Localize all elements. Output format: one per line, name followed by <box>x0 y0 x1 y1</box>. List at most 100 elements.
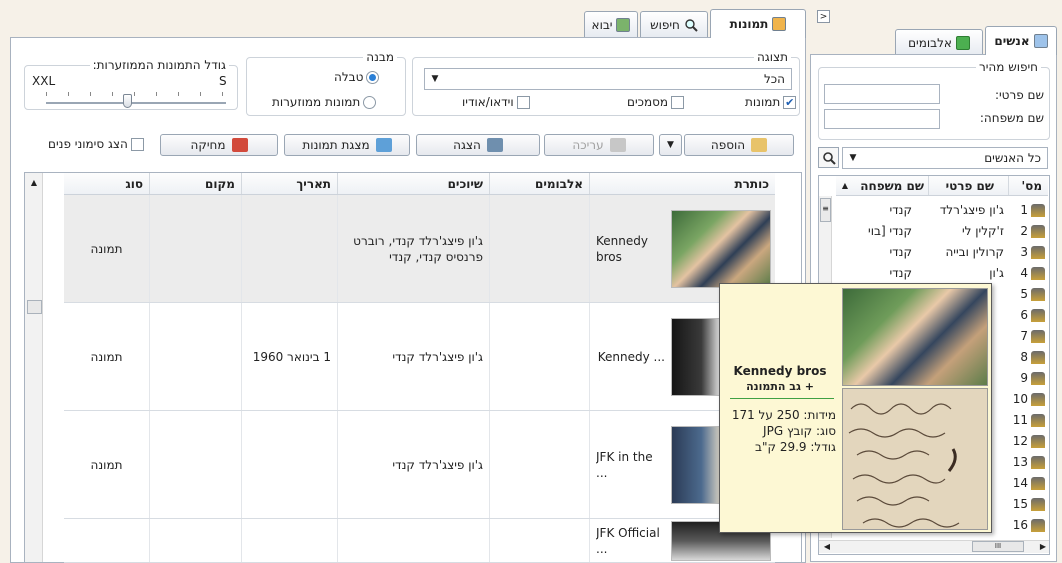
person-icon <box>1028 412 1048 428</box>
person-no: 7 <box>1020 329 1028 343</box>
cell-type: תמונה <box>90 457 123 472</box>
cell-place <box>149 411 241 518</box>
table-row[interactable]: JFK in the ... ג'ון פיצג'רלד קנדי תמונה <box>64 411 775 519</box>
person-first-name: ג'ון <box>989 266 1004 280</box>
slideshow-button-label: מצגת תמונות <box>302 138 370 152</box>
scroll-right-icon[interactable]: ◀ <box>821 540 833 553</box>
cell-links: ג'ון פיצג'רלד קנדי <box>337 411 489 518</box>
tab-search[interactable]: חיפוש <box>640 11 708 37</box>
documents-checkbox[interactable]: מסמכים <box>627 95 685 109</box>
person-icon <box>1028 496 1048 512</box>
cell-place <box>149 195 241 302</box>
cell-place <box>149 303 241 410</box>
search-icon[interactable] <box>818 147 839 168</box>
col-date[interactable]: תאריך <box>241 173 337 194</box>
person-icon <box>1028 433 1048 449</box>
table-row[interactable]: Kennedy ... ג'ון פיצג'רלד קנדי 1 בינואר 19… <box>64 303 775 411</box>
last-name-field[interactable] <box>824 109 940 129</box>
person-icon <box>1028 244 1048 260</box>
person-no: 11 <box>1012 413 1028 427</box>
person-no: 16 <box>1012 518 1028 532</box>
show-faces-checkbox[interactable]: הצג סימוני פנים <box>48 137 144 151</box>
grid-vscroll-thumb[interactable] <box>27 300 42 314</box>
add-dropdown-button[interactable]: ▼ <box>659 134 682 156</box>
tooltip-size: גודל: 29.9 ק"ב <box>755 440 836 454</box>
tab-people[interactable]: אנשים <box>985 26 1057 55</box>
person-no: 8 <box>1020 350 1028 364</box>
col-title[interactable]: כותרת <box>589 173 775 194</box>
photos-checkbox[interactable]: ✔ תמונות <box>745 95 797 109</box>
person-icon <box>1028 328 1048 344</box>
scroll-left-icon[interactable]: ▶ <box>1037 540 1049 553</box>
person-last-name: קנדי <box>889 203 912 217</box>
view-button-label: הצגה <box>453 138 481 152</box>
tooltip-photo <box>842 288 988 386</box>
table-radio[interactable]: טבלה <box>334 70 380 84</box>
person-icon <box>1028 475 1048 491</box>
people-row[interactable]: 4 ג'ון קנדי <box>836 265 1048 281</box>
documents-checkbox-label: מסמכים <box>627 95 669 109</box>
person-no: 5 <box>1020 287 1028 301</box>
display-group-title: תצוגה <box>756 50 788 64</box>
table-row[interactable]: JFK Official ... <box>64 519 775 563</box>
people-row[interactable]: 1 ג'ון פיצג'רלד קנדי <box>836 202 1048 218</box>
col-albums[interactable]: אלבומים <box>489 173 589 194</box>
tab-albums[interactable]: אלבומים <box>895 29 983 55</box>
sort-up-icon: ▲ <box>841 181 849 190</box>
handwriting-image <box>848 403 960 528</box>
col-last-name[interactable]: שם משפחה <box>854 176 928 195</box>
cell-albums <box>489 195 589 302</box>
tab-search-label: חיפוש <box>650 17 680 32</box>
checkbox-checked-icon: ✔ <box>783 95 797 109</box>
radio-selected-icon <box>366 70 380 84</box>
person-no: 9 <box>1020 371 1028 385</box>
thumbnails-radio[interactable]: תמונות ממוזערות <box>272 95 377 109</box>
people-row[interactable]: 2 ז'קלין לי קנדי [בוי <box>836 223 1048 239</box>
col-links[interactable]: שיוכים <box>337 173 489 194</box>
album-icon <box>955 35 970 50</box>
tooltip-back-image <box>842 388 988 530</box>
collapse-button[interactable]: > <box>817 10 830 23</box>
table-row[interactable]: Kennedy bros ג'ון פיצג'רלד קנדי, רוברט פר… <box>64 195 775 303</box>
tooltip-type: סוג: קובץ JPG <box>763 424 836 438</box>
display-filter-combo[interactable]: הכל ▼ <box>424 68 792 90</box>
video-audio-checkbox[interactable]: וידאו/אודיו <box>462 95 530 109</box>
delete-button[interactable]: מחיקה <box>160 134 278 156</box>
tab-import-label: יבוא <box>591 17 613 32</box>
cell-date <box>241 519 337 562</box>
thumb-size-slider[interactable] <box>46 92 226 108</box>
people-hscroll-thumb[interactable]: III <box>972 541 1024 552</box>
person-no: 1 <box>1020 203 1028 217</box>
slideshow-button[interactable]: מצגת תמונות <box>284 134 410 156</box>
tab-photos[interactable]: תמונות <box>710 9 806 38</box>
person-last-name: קנדי <box>889 266 912 280</box>
cell-date: 1 בינואר 1960 <box>241 303 337 410</box>
person-no: 14 <box>1012 476 1028 490</box>
view-button[interactable]: הצגה <box>416 134 540 156</box>
col-place[interactable]: מקום <box>149 173 241 194</box>
chevron-down-icon: ▼ <box>431 74 439 84</box>
person-no: 15 <box>1012 497 1028 511</box>
people-vscroll-thumb[interactable]: ≡ <box>820 198 831 222</box>
sort-up-icon[interactable]: ▲ <box>25 173 43 191</box>
tab-photos-label: תמונות <box>729 17 769 31</box>
col-first-name[interactable]: שם פרטי <box>928 176 1008 195</box>
tooltip-subtitle: + גב התמונה <box>746 380 814 393</box>
people-filter-combo[interactable]: כל האנשים ▼ <box>842 147 1048 169</box>
col-type[interactable]: סוג <box>64 173 149 194</box>
grid-vscroll[interactable] <box>25 173 43 562</box>
add-button[interactable]: הוספה <box>684 134 794 156</box>
people-row[interactable]: 3 קרולין ובייה קנדי <box>836 244 1048 260</box>
edit-button-label: עריכה <box>572 138 604 152</box>
edit-button[interactable]: עריכה <box>544 134 654 156</box>
tab-albums-label: אלבומים <box>908 35 952 50</box>
radio-icon <box>363 95 377 109</box>
person-no: 4 <box>1020 266 1028 280</box>
size-min-label: S <box>219 74 227 88</box>
first-name-label: שם פרטי: <box>994 88 1044 102</box>
first-name-field[interactable] <box>824 84 940 104</box>
tab-import[interactable]: יבוא <box>584 11 638 37</box>
col-no[interactable]: מס' <box>1008 176 1048 195</box>
photos-checkbox-label: תמונות <box>745 95 781 109</box>
slider-thumb[interactable] <box>122 94 132 108</box>
